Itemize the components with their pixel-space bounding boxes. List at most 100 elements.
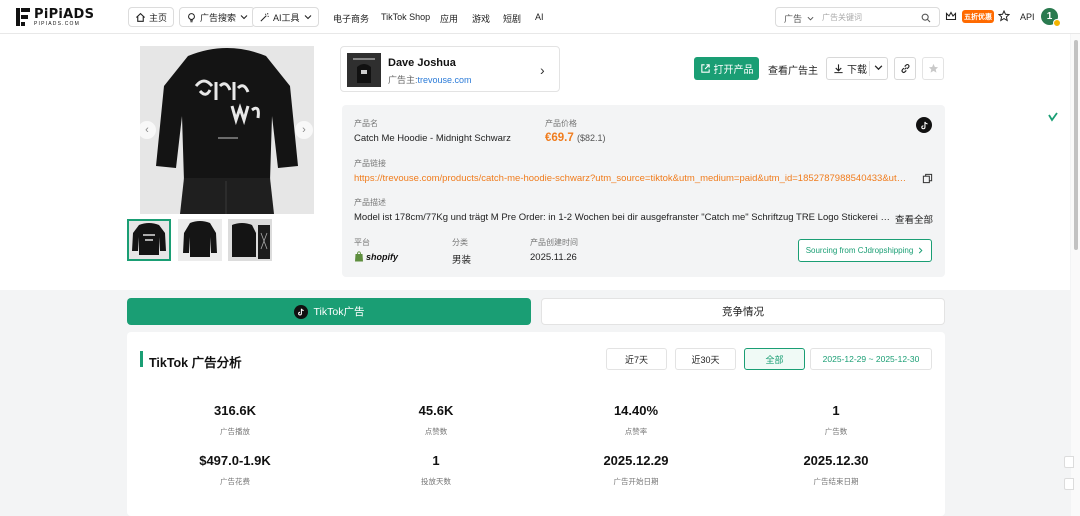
metric-label: 广告开始日期 [613, 477, 659, 486]
nav-link-ecommerce[interactable]: 电子商务 [333, 12, 369, 25]
side-tab-feedback[interactable] [1064, 456, 1074, 468]
hoodie-thumb-image [228, 219, 272, 261]
metric-days-running: 1 投放天数 [336, 453, 536, 487]
logo-subtitle: PIPIADS.COM [34, 20, 80, 27]
tab-tiktok-label: TikTok广告 [313, 306, 365, 318]
product-link-label: 产品链接 [354, 159, 386, 168]
see-all-button[interactable]: 查看全部 [895, 212, 933, 226]
price-value: €69.7 [545, 132, 574, 144]
nav-ad-search-dropdown[interactable]: 广告搜索 [179, 7, 256, 27]
advertiser-line: 广告主:trevouse.com [388, 73, 472, 86]
copy-icon[interactable] [922, 173, 933, 184]
nav-ai-tools-label: AI工具 [273, 12, 300, 23]
search-type-select[interactable]: 广告 [784, 12, 814, 25]
metric-like-rate: 14.40% 点赞率 [536, 403, 736, 437]
created-label: 产品创建时间 [530, 238, 578, 247]
tab-competition[interactable]: 竞争情况 [541, 298, 945, 325]
chevron-right-icon [919, 247, 923, 254]
chevron-down-icon [240, 15, 248, 20]
nav-link-apps[interactable]: 应用 [440, 12, 458, 25]
range-7-days-button[interactable]: 近7天 [606, 348, 667, 370]
product-thumbnail[interactable] [228, 219, 272, 261]
discount-badge[interactable]: 五折优惠 [962, 10, 994, 23]
category-label: 分类 [452, 238, 468, 247]
logo-name: PiPiADS [34, 6, 95, 22]
page-scrollbar[interactable] [1071, 34, 1080, 516]
advertiser-prefix: 广告主: [388, 75, 418, 85]
nav-link-games[interactable]: 游戏 [472, 12, 490, 25]
sourcing-button[interactable]: Sourcing from CJdropshipping [798, 239, 932, 262]
magic-wand-icon [260, 12, 269, 22]
metric-label: 广告播放 [220, 427, 250, 436]
crown-icon[interactable] [945, 10, 957, 22]
product-thumbnail[interactable] [127, 219, 171, 261]
plugin-check-icon[interactable] [1047, 111, 1059, 123]
logo[interactable]: PiPiADS PIPIADS.COM [16, 7, 94, 27]
scrollbar-thumb[interactable] [1074, 40, 1078, 250]
vip-dot-icon [1053, 19, 1061, 27]
nav-home-button[interactable]: 主页 [128, 7, 175, 27]
metric-label: 投放天数 [421, 477, 451, 486]
created-value: 2025.11.26 [530, 252, 577, 263]
chevron-down-icon [874, 65, 883, 71]
metric-value: 45.6K [418, 403, 454, 418]
metric-value: 1 [432, 453, 440, 468]
tiktok-analysis-panel: TikTok 广告分析 近7天 近30天 全部 2025-12-29 ~ 202… [127, 332, 945, 516]
product-link[interactable]: https://trevouse.com/products/catch-me-h… [354, 173, 914, 184]
product-info-card: 产品名 Catch Me Hoodie - Midnight Schwarz 产… [342, 105, 945, 277]
metric-value: $497.0-1.9K [199, 453, 271, 468]
product-name-label: 产品名 [354, 119, 378, 128]
metric-value: 1 [832, 403, 840, 418]
nav-link-short-drama[interactable]: 短剧 [503, 12, 521, 25]
product-price-label: 产品价格 [545, 119, 577, 128]
api-link[interactable]: API [1020, 12, 1035, 22]
product-thumbnail[interactable] [178, 219, 222, 261]
home-icon [135, 12, 146, 22]
metric-label: 广告结束日期 [813, 477, 859, 486]
tab-tiktok-ads[interactable]: TikTok广告 [127, 298, 531, 325]
advertiser-card[interactable]: Dave Joshua 广告主:trevouse.com › [340, 46, 560, 92]
metric-value: 14.40% [613, 403, 659, 418]
copy-link-button[interactable] [894, 57, 916, 80]
star-icon[interactable] [998, 10, 1010, 22]
range-all-button[interactable]: 全部 [744, 348, 805, 370]
side-tab-help[interactable] [1064, 478, 1074, 490]
metric-label: 广告花费 [220, 477, 250, 486]
chevron-down-icon [807, 16, 813, 21]
advertiser-domain-link[interactable]: trevouse.com [418, 75, 472, 85]
download-dropdown[interactable]: 下载 [826, 57, 888, 80]
tiktok-icon [293, 304, 308, 319]
nav-link-ai[interactable]: AI [535, 12, 544, 22]
search-icon[interactable] [921, 13, 931, 23]
advertiser-name: Dave Joshua [388, 57, 456, 69]
range-30-days-button[interactable]: 近30天 [675, 348, 736, 370]
platform-value: shopify [354, 251, 398, 262]
lightbulb-icon [188, 12, 195, 22]
metric-label: 点赞率 [624, 427, 648, 436]
hoodie-image [140, 46, 314, 214]
nav-ai-tools-dropdown[interactable]: AI工具 [252, 7, 319, 27]
category-value: 男装 [452, 255, 472, 266]
external-link-icon [700, 64, 710, 73]
metric-value: 316.6K [214, 403, 256, 418]
download-icon [834, 64, 843, 74]
metric-value: 2025.12.29 [603, 453, 669, 468]
date-range-picker[interactable]: 2025-12-29 ~ 2025-12-30 [810, 348, 932, 370]
next-image-button[interactable]: › [295, 121, 313, 139]
metric-end-date: 2025.12.30 广告结束日期 [736, 453, 936, 487]
search-input[interactable] [822, 10, 918, 25]
metric-label: 广告数 [824, 427, 848, 436]
date-separator: ~ [868, 354, 874, 364]
date-from: 2025-12-29 [822, 354, 867, 364]
view-advertiser-button[interactable]: 查看广告主 [768, 62, 818, 77]
metric-likes: 45.6K 点赞数 [336, 403, 536, 437]
metric-ad-spend: $497.0-1.9K 广告花费 [135, 453, 335, 487]
product-description: Model ist 178cm/77Kg und trägt M Pre Ord… [354, 212, 892, 223]
open-product-label: 打开产品 [713, 65, 754, 76]
favorite-button[interactable] [922, 57, 944, 80]
tiktok-icon [916, 117, 932, 133]
open-product-button[interactable]: 打开产品 [694, 57, 759, 80]
nav-link-tiktok-shop[interactable]: TikTok Shop [381, 12, 430, 22]
metric-ad-count: 1 广告数 [736, 403, 936, 437]
product-main-image: ‹ › [140, 46, 314, 214]
